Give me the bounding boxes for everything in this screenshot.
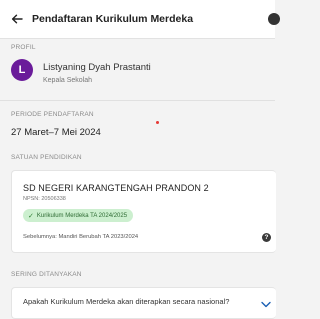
faq-item[interactable]: Apakah Kurikulum Merdeka akan diterapkan…	[11, 287, 276, 319]
status-badge: ✓ Kurikulum Merdeka TA 2024/2025	[23, 209, 134, 222]
period-section-label: PERIODE PENDAFTARAN	[11, 111, 94, 118]
help-icon[interactable]	[268, 13, 280, 25]
back-arrow-icon[interactable]	[2, 0, 32, 38]
question-icon[interactable]: ?	[262, 233, 271, 242]
faq-section-label: SERING DITANYAKAN	[11, 271, 82, 278]
page-title: Pendaftaran Kurikulum Merdeka	[32, 13, 194, 25]
check-icon: ✓	[28, 212, 34, 220]
chevron-down-icon[interactable]	[261, 295, 271, 313]
user-role: Kepala Sekolah	[43, 77, 93, 84]
school-npsn: NPSN: 20506338	[23, 196, 66, 202]
faq-question: Apakah Kurikulum Merdeka akan diterapkan…	[23, 297, 230, 306]
school-section-label: SATUAN PENDIDIKAN	[11, 154, 82, 161]
app-header: Pendaftaran Kurikulum Merdeka	[0, 0, 275, 39]
user-name: Listyaning Dyah Prastanti	[43, 62, 151, 73]
avatar: L	[11, 59, 33, 81]
previous-curriculum: Sebelumnya: Mandiri Berubah TA 2023/2024	[23, 234, 139, 240]
school-card: SD NEGERI KARANGTENGAH PRANDON 2 NPSN: 2…	[11, 170, 276, 253]
marker-dot	[156, 121, 159, 124]
divider	[0, 100, 275, 101]
profile-section-label: PROFIL	[11, 44, 36, 51]
status-badge-label: Kurikulum Merdeka TA 2024/2025	[36, 212, 128, 219]
registration-period: 27 Maret–7 Mei 2024	[11, 127, 101, 138]
school-name: SD NEGERI KARANGTENGAH PRANDON 2	[23, 183, 209, 193]
